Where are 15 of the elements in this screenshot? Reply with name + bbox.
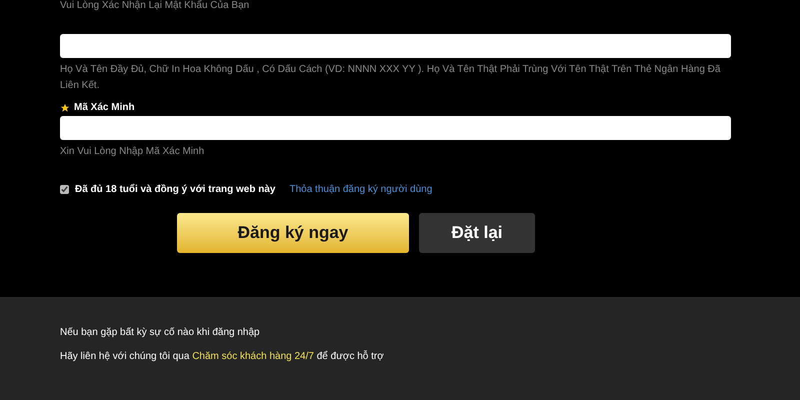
reset-button[interactable]: Đặt lại — [419, 213, 535, 253]
agreement-text: Đã đủ 18 tuổi và đồng ý với trang web này — [75, 182, 276, 197]
support-link[interactable]: Chăm sóc khách hàng 24/7 — [192, 351, 314, 362]
input-field[interactable] — [60, 116, 731, 140]
hint-text: Xin Vui Lòng Nhập Mã Xác Minh — [60, 145, 206, 159]
field-label: Mã Xác Minh — [74, 103, 135, 113]
hint-text: Họ Và Tên Đầy Đủ, Chữ In Hoa Không Dấu , Có Dấu Cách (VD: NNNN XXX YY ). Họ Và Tên Thật Phải Trùng Với Tên Thật Trên Thẻ Ngân Hàng Đã Liên Kết. — [60, 63, 722, 93]
agreement-checkbox[interactable] — [60, 185, 69, 194]
hint-text: Vui Lòng Xác Nhận Lại Mật Khẩu Của Bạn — [60, 0, 250, 12]
footer-text: Nếu bạn gặp bất kỳ sự cố nào khi đăng nhập — [60, 326, 261, 340]
footer-text: Hãy liên hệ với chúng tôi qua Chăm sóc khách hàng 24/7 để được hỗ trợ — [60, 349, 385, 364]
star-icon — [60, 103, 70, 113]
register-button[interactable]: Đăng ký ngay — [177, 213, 409, 253]
input-field[interactable] — [60, 34, 731, 58]
terms-link[interactable]: Thỏa thuận đăng ký người dùng — [289, 182, 432, 197]
